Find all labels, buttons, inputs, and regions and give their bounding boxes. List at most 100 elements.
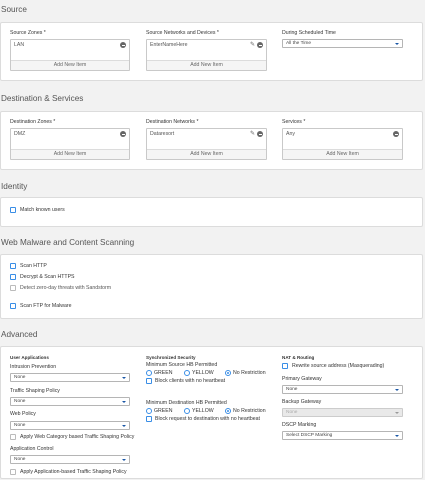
intrusion-value: None bbox=[14, 375, 26, 380]
source-zones-label: Source Zones * bbox=[10, 30, 46, 36]
services-label: Services * bbox=[282, 119, 306, 125]
schedule-select[interactable]: All the Time bbox=[282, 39, 403, 48]
shaping-select[interactable]: None bbox=[10, 397, 130, 406]
add-new-item-button[interactable]: Add New Item bbox=[147, 149, 266, 159]
intrusion-select[interactable]: None bbox=[10, 373, 130, 382]
sync-security-heading: Synchronized Security bbox=[146, 355, 196, 360]
decrypt-https-label: Decrypt & Scan HTTPS bbox=[20, 274, 75, 280]
zero-day-label: Detect zero-day threats with Sandstorm bbox=[20, 285, 112, 291]
app-control-select[interactable]: None bbox=[10, 455, 130, 464]
source-no-restriction-radio[interactable] bbox=[225, 370, 231, 376]
web-policy-select[interactable]: None bbox=[10, 421, 130, 430]
chevron-down-icon bbox=[122, 458, 126, 461]
web-policy-value: None bbox=[14, 423, 26, 428]
add-new-item-button[interactable]: Add New Item bbox=[11, 149, 129, 159]
list-item: Any bbox=[286, 131, 295, 137]
dest-green-label: GREEN bbox=[154, 408, 173, 414]
apply-app-based-checkbox[interactable] bbox=[10, 469, 16, 475]
zero-day-checkbox[interactable] bbox=[10, 285, 16, 291]
remove-icon[interactable] bbox=[393, 131, 399, 137]
remove-icon[interactable] bbox=[120, 42, 126, 48]
services-list: Any Add New Item bbox=[282, 128, 403, 160]
primary-gateway-select[interactable]: None bbox=[282, 385, 403, 394]
firewall-rule-form: Source Source Zones * LAN Add New Item S… bbox=[0, 0, 425, 480]
source-green-label: GREEN bbox=[154, 370, 173, 376]
schedule-label: During Scheduled Time bbox=[282, 30, 336, 36]
remove-icon[interactable] bbox=[120, 131, 126, 137]
pencil-icon[interactable]: ✎ bbox=[250, 42, 255, 49]
source-section-title: Source bbox=[1, 5, 27, 14]
block-clients-checkbox[interactable] bbox=[146, 378, 152, 384]
primary-gateway-value: None bbox=[286, 387, 298, 392]
chevron-down-icon bbox=[122, 400, 126, 403]
min-source-label: Minimum Source HB Permitted bbox=[146, 362, 218, 368]
source-no-restriction-label: No Restriction bbox=[233, 370, 266, 376]
pencil-icon[interactable]: ✎ bbox=[250, 131, 255, 138]
rewrite-source-checkbox[interactable] bbox=[282, 363, 288, 369]
add-new-item-button[interactable]: Add New Item bbox=[147, 60, 266, 70]
destination-panel: Destination Zones * DMZ Add New Item Des… bbox=[0, 111, 423, 170]
schedule-value: All the Time bbox=[286, 41, 312, 46]
apply-app-based-label: Apply Application-based Traffic Shaping … bbox=[20, 469, 127, 475]
remove-icon[interactable] bbox=[257, 42, 263, 48]
block-clients-label: Block clients with no heartbeat bbox=[155, 378, 226, 384]
add-new-item-button[interactable]: Add New Item bbox=[11, 60, 129, 70]
backup-gateway-value: None bbox=[286, 410, 298, 415]
dest-yellow-radio[interactable] bbox=[184, 408, 190, 414]
list-item: EnterNameHere bbox=[150, 42, 188, 48]
block-request-label: Block request to destination with no hea… bbox=[155, 416, 260, 422]
dest-green-radio[interactable] bbox=[146, 408, 152, 414]
dscp-label: DSCP Marking bbox=[282, 422, 317, 428]
source-yellow-label: YELLOW bbox=[192, 370, 214, 376]
dest-no-restriction-label: No Restriction bbox=[233, 408, 266, 414]
advanced-panel: User Applications Intrusion Prevention N… bbox=[0, 346, 423, 479]
chevron-down-icon bbox=[395, 42, 399, 45]
chevron-down-icon bbox=[122, 376, 126, 379]
scan-ftp-label: Scan FTP for Malware bbox=[20, 303, 72, 309]
match-known-users-label: Match known users bbox=[20, 207, 65, 213]
source-yellow-radio[interactable] bbox=[184, 370, 190, 376]
list-item: DMZ bbox=[14, 131, 26, 137]
destination-section-title: Destination & Services bbox=[1, 94, 84, 103]
user-apps-heading: User Applications bbox=[10, 355, 49, 360]
dest-yellow-label: YELLOW bbox=[192, 408, 214, 414]
source-networks-label: Source Networks and Devices * bbox=[146, 30, 219, 36]
dest-zones-label: Destination Zones * bbox=[10, 119, 56, 125]
min-dest-label: Minimum Destination HB Permitted bbox=[146, 400, 227, 406]
scan-ftp-checkbox[interactable] bbox=[10, 303, 16, 309]
primary-gateway-label: Primary Gateway bbox=[282, 376, 322, 382]
nat-heading: NAT & Routing bbox=[282, 355, 315, 360]
app-control-label: Application Control bbox=[10, 446, 54, 452]
remove-icon[interactable] bbox=[257, 131, 263, 137]
dscp-select[interactable]: Select DSCP Marking bbox=[282, 431, 403, 440]
dest-zones-list: DMZ Add New Item bbox=[10, 128, 130, 160]
chevron-down-icon bbox=[122, 424, 126, 427]
dscp-value: Select DSCP Marking bbox=[286, 433, 333, 438]
intrusion-label: Intrusion Prevention bbox=[10, 364, 57, 370]
shaping-value: None bbox=[14, 399, 26, 404]
chevron-down-icon bbox=[395, 388, 399, 391]
rewrite-source-label: Rewrite source address (Masquerading) bbox=[292, 363, 385, 369]
source-networks-list: EnterNameHere ✎ Add New Item bbox=[146, 39, 267, 71]
backup-gateway-select[interactable]: None bbox=[282, 408, 403, 417]
chevron-down-icon bbox=[395, 411, 399, 414]
malware-panel: Scan HTTP Decrypt & Scan HTTPS Detect ze… bbox=[0, 254, 423, 319]
identity-section-title: Identity bbox=[1, 182, 28, 191]
identity-panel: Match known users bbox=[0, 197, 423, 227]
scan-http-label: Scan HTTP bbox=[20, 263, 47, 269]
list-item: LAN bbox=[14, 42, 25, 48]
shaping-label: Traffic Shaping Policy bbox=[10, 388, 60, 394]
source-green-radio[interactable] bbox=[146, 370, 152, 376]
apply-web-category-label: Apply Web Category based Traffic Shaping… bbox=[20, 434, 135, 440]
chevron-down-icon bbox=[395, 434, 399, 437]
apply-web-category-checkbox[interactable] bbox=[10, 434, 16, 440]
list-item: Dataresort bbox=[150, 131, 175, 137]
dest-networks-label: Destination Networks * bbox=[146, 119, 199, 125]
web-policy-label: Web Policy bbox=[10, 411, 36, 417]
decrypt-https-checkbox[interactable] bbox=[10, 274, 16, 280]
match-known-users-checkbox[interactable] bbox=[10, 207, 16, 213]
scan-http-checkbox[interactable] bbox=[10, 263, 16, 269]
dest-no-restriction-radio[interactable] bbox=[225, 408, 231, 414]
add-new-item-button[interactable]: Add New Item bbox=[283, 149, 402, 159]
block-request-checkbox[interactable] bbox=[146, 416, 152, 422]
